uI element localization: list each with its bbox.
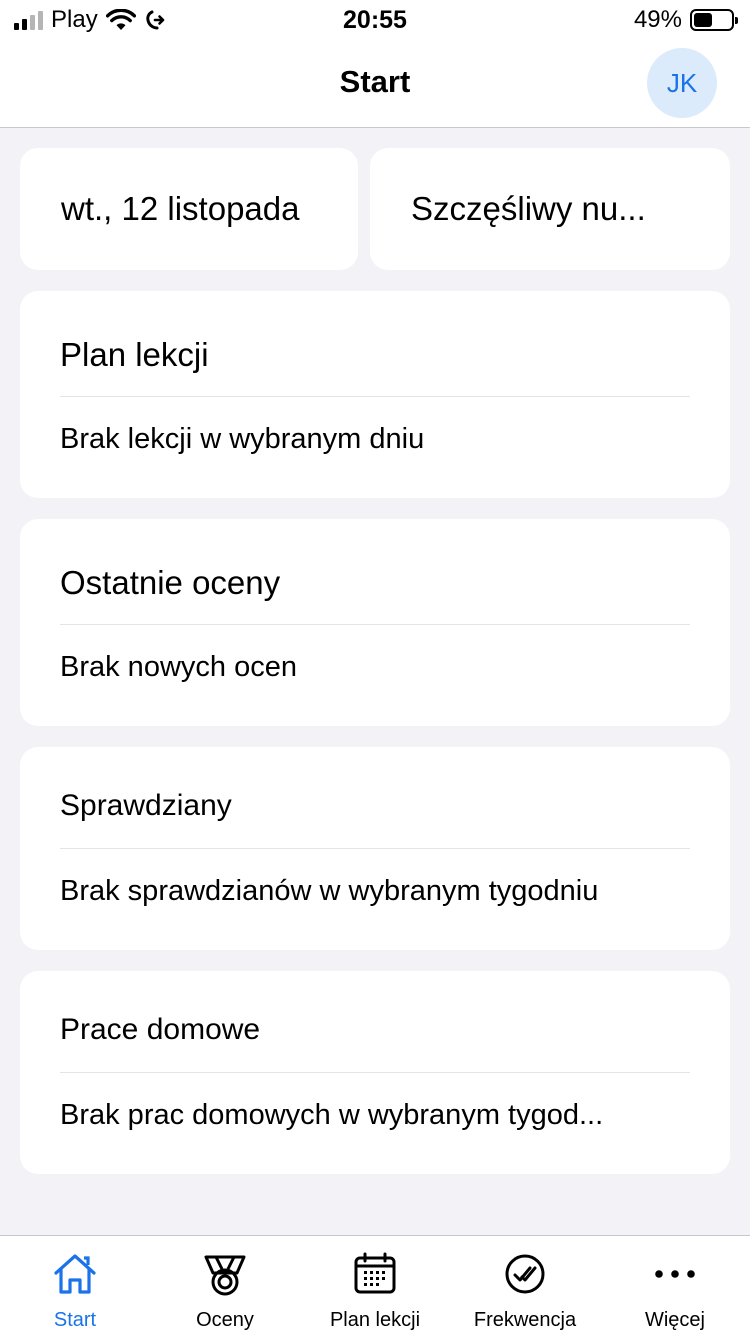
tab-label: Plan lekcji bbox=[329, 1309, 421, 1331]
date-card[interactable]: wt., 12 listopada bbox=[20, 148, 358, 270]
status-bar: Play 20:55 49% bbox=[0, 0, 750, 40]
tab-wiecej[interactable]: Więcej bbox=[600, 1236, 750, 1334]
nav-bar: Start JK bbox=[0, 40, 750, 128]
tab-plan-lekcji[interactable]: Plan lekcji bbox=[300, 1236, 450, 1334]
lucky-number-card[interactable]: Szczęśliwy nu... bbox=[370, 148, 730, 270]
check-circle-icon bbox=[505, 1254, 545, 1294]
tab-bar: Start Oceny Plan lekcji Frekwencja Więce… bbox=[0, 1235, 750, 1334]
tab-label: Więcej bbox=[644, 1309, 705, 1331]
exams-card[interactable]: Sprawdziany Brak sprawdzianów w wybranym… bbox=[20, 747, 730, 950]
battery-icon bbox=[690, 9, 738, 31]
tab-start[interactable]: Start bbox=[0, 1236, 150, 1334]
avatar[interactable]: JK bbox=[647, 48, 717, 118]
calendar-icon bbox=[354, 1252, 396, 1294]
screen: Play 20:55 49% Start JK wt., 12 listopad… bbox=[0, 0, 750, 1334]
card-body: Brak nowych ocen bbox=[60, 651, 297, 683]
homework-card[interactable]: Prace domowe Brak prac domowych w wybran… bbox=[20, 971, 730, 1174]
timetable-card[interactable]: Plan lekcji Brak lekcji w wybranym dniu bbox=[20, 291, 730, 498]
card-title: Ostatnie oceny bbox=[60, 564, 281, 601]
tab-label: Frekwencja bbox=[473, 1309, 577, 1331]
card-body: Brak lekcji w wybranym dniu bbox=[60, 423, 425, 455]
card-title: Prace domowe bbox=[60, 1013, 261, 1046]
lucky-number-label: Szczęśliwy nu... bbox=[411, 190, 646, 227]
tab-oceny[interactable]: Oceny bbox=[150, 1236, 300, 1334]
home-icon bbox=[54, 1254, 96, 1294]
tab-label: Oceny bbox=[196, 1309, 254, 1331]
tab-label: Start bbox=[53, 1309, 97, 1331]
grades-card[interactable]: Ostatnie oceny Brak nowych ocen bbox=[20, 519, 730, 726]
date-label: wt., 12 listopada bbox=[61, 190, 300, 227]
card-body: Brak sprawdzianów w wybranym tygodniu bbox=[60, 875, 599, 907]
card-title: Plan lekcji bbox=[60, 336, 209, 373]
status-right: 49% bbox=[633, 6, 738, 33]
more-icon bbox=[655, 1270, 695, 1278]
battery-fill bbox=[694, 13, 712, 27]
battery-percent: 49% bbox=[633, 6, 682, 33]
page-title: Start bbox=[339, 64, 411, 99]
medal-icon bbox=[204, 1255, 246, 1296]
dashboard-content: wt., 12 listopada Szczęśliwy nu... Plan … bbox=[20, 148, 730, 1174]
card-body: Brak prac domowych w wybranym tygod... bbox=[60, 1099, 604, 1131]
summary-row: wt., 12 listopada Szczęśliwy nu... bbox=[20, 148, 730, 270]
card-title: Sprawdziany bbox=[60, 789, 232, 822]
tab-frekwencja[interactable]: Frekwencja bbox=[450, 1236, 600, 1334]
